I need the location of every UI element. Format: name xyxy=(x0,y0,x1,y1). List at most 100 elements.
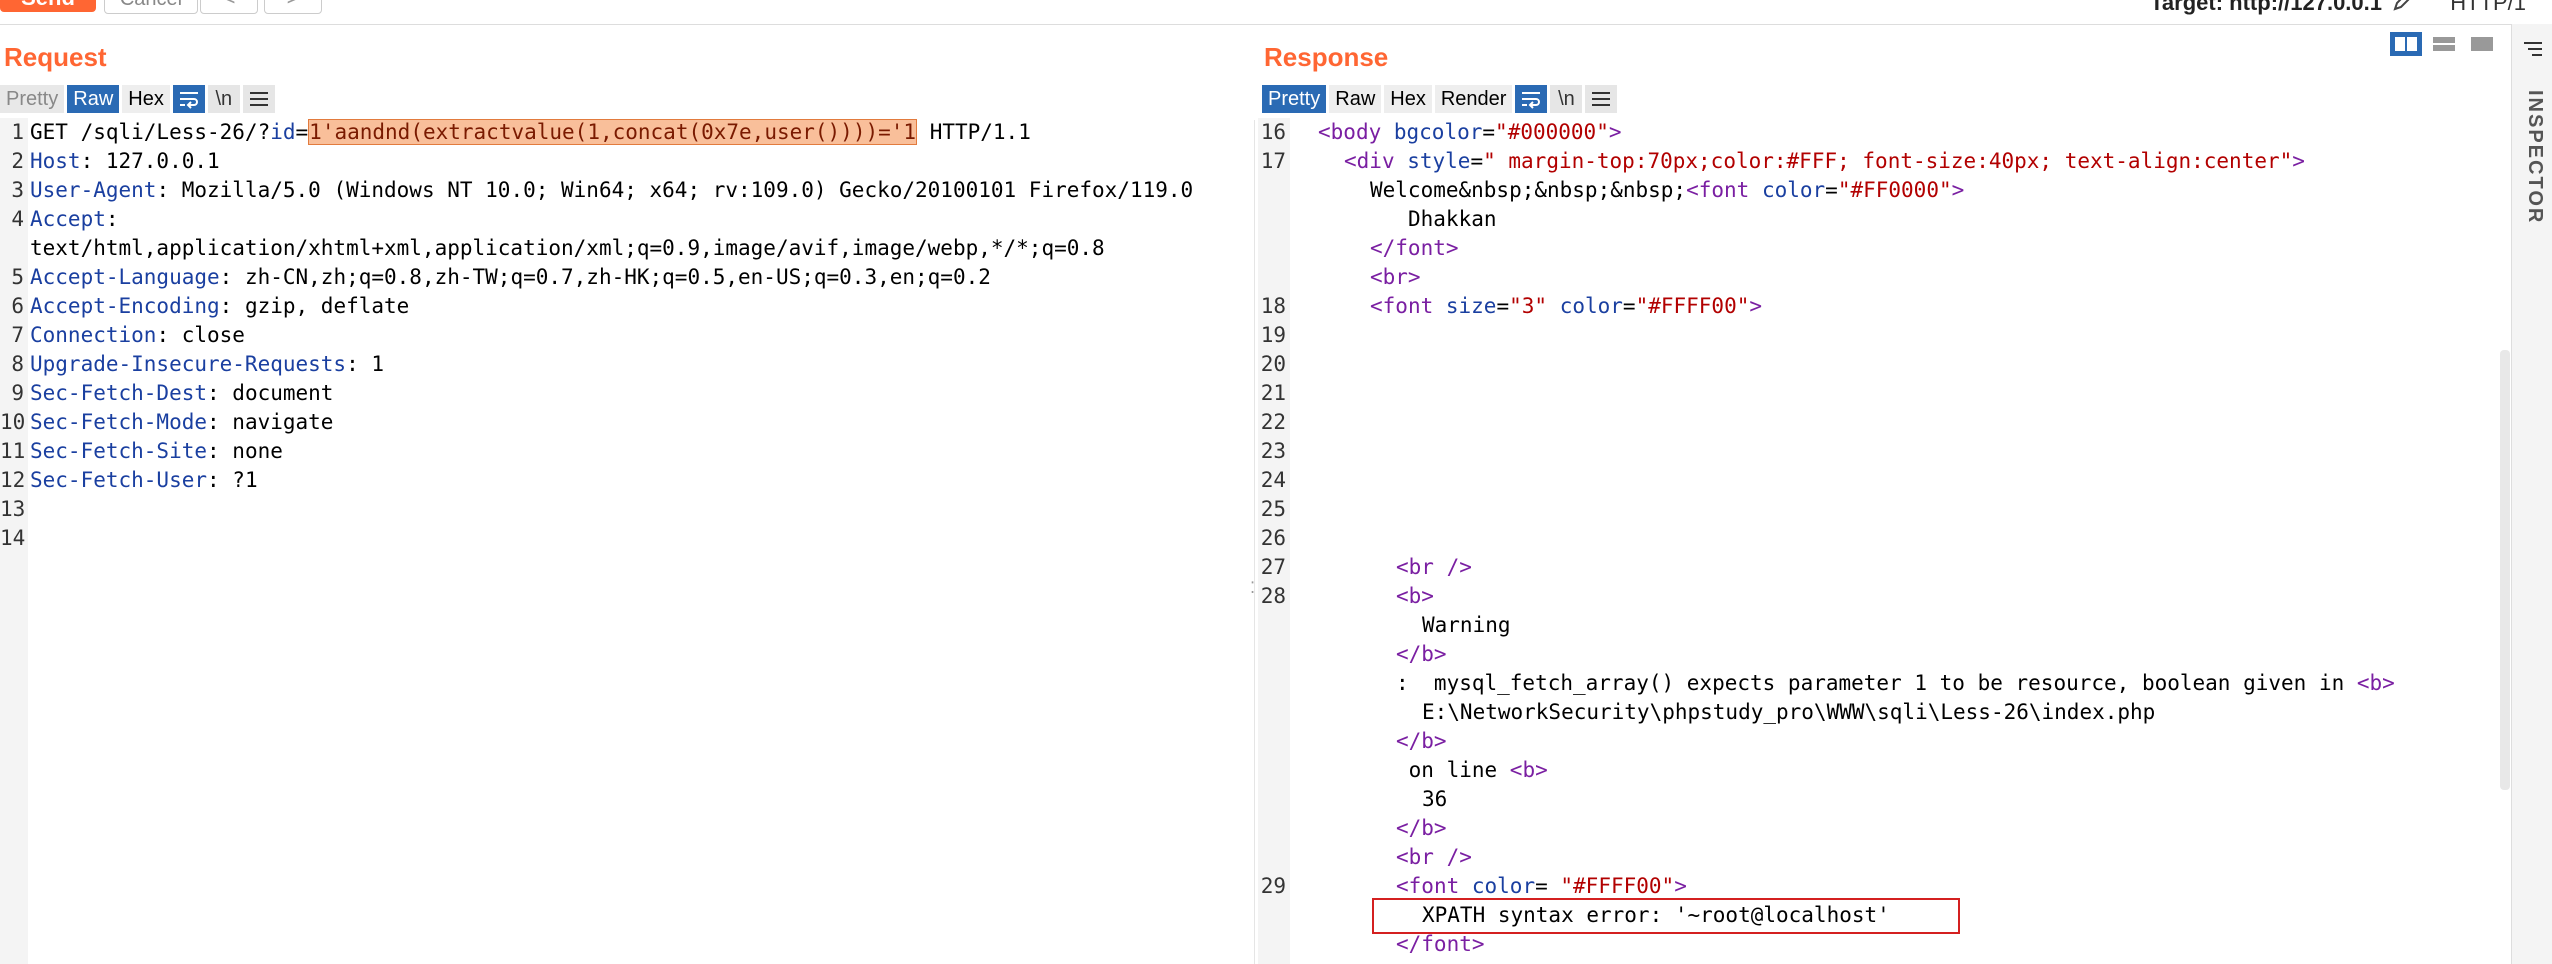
response-tab-hex[interactable]: Hex xyxy=(1384,85,1432,113)
pane-divider[interactable] xyxy=(1254,120,1255,964)
cancel-button[interactable]: Cancel xyxy=(104,0,198,14)
tag-name: div xyxy=(1356,149,1395,173)
request-line: GET /sqli/Less-26/?id=1'aandnd(extractva… xyxy=(30,118,1031,147)
html-tag: </b> xyxy=(1396,729,1447,753)
inspector-tab[interactable]: INSPECTOR xyxy=(2523,90,2546,224)
newline-icon: \n xyxy=(215,87,233,110)
request-editor[interactable]: 1 2 3 4 5 6 7 8 9 10 11 12 13 14 GET /sq… xyxy=(0,118,1250,964)
html-tag: <br /> xyxy=(1396,555,1472,579)
tag-lt: < xyxy=(1344,149,1357,173)
tag-lt: < xyxy=(1686,178,1699,202)
response-tab-pretty[interactable]: Pretty xyxy=(1262,85,1327,113)
history-back-button[interactable]: < xyxy=(200,0,258,14)
line-number: 16 xyxy=(1260,120,1286,144)
attr-name: style xyxy=(1394,149,1471,173)
response-newline-toggle[interactable]: \n xyxy=(1550,85,1583,113)
target-label[interactable]: Target: http://127.0.0.1 xyxy=(2150,0,2382,16)
pane-resize-handle-icon[interactable]: ⁚ xyxy=(1250,578,1255,598)
protocol-label[interactable]: HTTP/1 xyxy=(2450,0,2526,16)
html-line: <div style=" margin-top:70px;color:#FFF;… xyxy=(1344,147,2305,176)
attr-name: color xyxy=(1547,294,1623,318)
html-line: : mysql_fetch_array() expects parameter … xyxy=(1396,669,2395,698)
request-tab-raw[interactable]: Raw xyxy=(67,85,120,113)
request-method: GET /sqli/Less-26/? xyxy=(30,120,271,144)
attr-eq: = xyxy=(1535,874,1561,898)
tag-gt: > xyxy=(1749,294,1763,318)
text-node: on line xyxy=(1396,758,1510,782)
forward-arrow-icon: > xyxy=(287,0,300,10)
line-number: 10 xyxy=(0,410,26,434)
header-name: Connection xyxy=(30,323,157,347)
line-number: 24 xyxy=(1260,468,1286,492)
send-button[interactable]: Send xyxy=(0,0,96,12)
request-tab-pretty[interactable]: Pretty xyxy=(0,85,65,113)
response-wrap-toggle[interactable] xyxy=(1515,85,1548,113)
attr-value: "#FFFF00" xyxy=(1560,874,1675,898)
response-scrollbar[interactable] xyxy=(2500,350,2510,790)
request-wrap-toggle[interactable] xyxy=(172,85,205,113)
html-tag: </b> xyxy=(1396,816,1447,840)
html-line: <body bgcolor="#000000"> xyxy=(1318,118,1622,147)
layout-stacked-button[interactable] xyxy=(2428,32,2460,56)
line-number: 6 xyxy=(11,294,24,318)
line-number: 27 xyxy=(1260,555,1286,579)
header-value: : Mozilla/5.0 (Windows NT 10.0; Win64; x… xyxy=(156,178,1194,202)
header-value: : xyxy=(105,207,119,231)
header-value: : ?1 xyxy=(207,468,258,492)
header-name: Sec-Fetch-Dest xyxy=(30,381,208,405)
tag-gt: > xyxy=(1951,178,1965,202)
request-menu-button[interactable] xyxy=(242,85,275,113)
header-value: : 1 xyxy=(346,352,385,376)
response-editor[interactable]: 16 17 18 19 20 21 22 23 24 25 26 27 28 2… xyxy=(1258,118,2498,964)
error-highlight-box xyxy=(1372,898,1960,934)
attr-value: "3" xyxy=(1509,294,1548,318)
single-layout-icon xyxy=(2471,37,2493,51)
response-title: Response xyxy=(1264,42,1389,72)
attr-name: color xyxy=(1749,178,1826,202)
line-number: 14 xyxy=(0,526,26,550)
request-newline-toggle[interactable]: \n xyxy=(207,85,240,113)
html-line: Welcome&nbsp;&nbsp;&nbsp;<font color="#F… xyxy=(1370,176,1964,205)
line-number: 7 xyxy=(11,323,24,347)
back-arrow-icon: < xyxy=(223,0,236,10)
line-number: 19 xyxy=(1260,323,1286,347)
line-number: 21 xyxy=(1260,381,1286,405)
line-number: 26 xyxy=(1260,526,1286,550)
header-line: Accept-Language: zh-CN,zh;q=0.8,zh-TW;q=… xyxy=(30,263,991,292)
header-line: Sec-Fetch-Site: none xyxy=(30,437,283,466)
response-tab-raw[interactable]: Raw xyxy=(1329,85,1382,113)
header-value: : navigate xyxy=(207,410,334,434)
line-number: 8 xyxy=(11,352,24,376)
line-number: 20 xyxy=(1260,352,1286,376)
line-number: 2 xyxy=(11,149,24,173)
tag-lt: < xyxy=(1370,294,1383,318)
html-line: <font color= "#FFFF00"> xyxy=(1396,872,1687,901)
injection-payload[interactable]: 1'aandnd(extractvalue(1,concat(0x7e,user… xyxy=(308,119,918,145)
tag-gt: > xyxy=(2292,149,2305,173)
tag-gt: > xyxy=(1674,874,1687,898)
line-number: 29 xyxy=(1260,874,1286,898)
inspector-menu-icon[interactable] xyxy=(2522,40,2544,63)
attr-eq: = xyxy=(1622,294,1636,318)
line-number: 12 xyxy=(0,468,26,492)
history-forward-button[interactable]: > xyxy=(264,0,322,14)
attr-eq: = xyxy=(1482,120,1496,144)
html-tag: </b> xyxy=(1396,642,1447,666)
layout-tabs-button[interactable] xyxy=(2466,32,2498,56)
edit-target-icon[interactable] xyxy=(2392,0,2416,18)
text-node: 36 xyxy=(1422,787,1448,811)
request-tab-hex[interactable]: Hex xyxy=(122,85,170,113)
header-line: Sec-Fetch-Mode: navigate xyxy=(30,408,333,437)
response-menu-button[interactable] xyxy=(1585,85,1618,113)
tag-name: font xyxy=(1382,294,1434,318)
header-value: text/html,application/xhtml+xml,applicat… xyxy=(30,236,1105,260)
line-number: 11 xyxy=(0,439,26,463)
header-name: Accept-Language xyxy=(30,265,220,289)
header-line: User-Agent: Mozilla/5.0 (Windows NT 10.0… xyxy=(30,176,1193,205)
layout-side-by-side-button[interactable] xyxy=(2390,32,2422,56)
line-number: 28 xyxy=(1260,584,1286,608)
header-value: : gzip, deflate xyxy=(219,294,410,318)
html-tag: <b> xyxy=(1509,758,1548,782)
response-tab-render[interactable]: Render xyxy=(1434,85,1513,113)
text-node: Warning xyxy=(1422,613,1511,637)
